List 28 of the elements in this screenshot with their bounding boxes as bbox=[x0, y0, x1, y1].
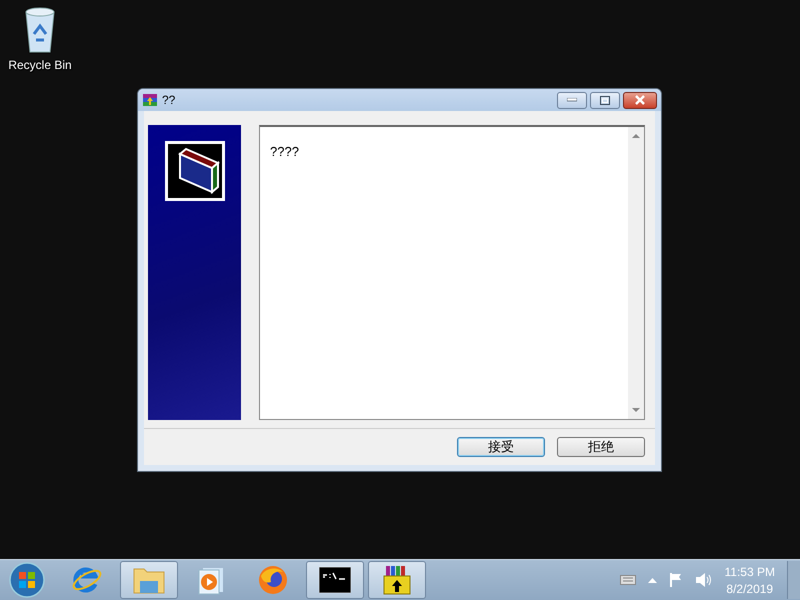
minimize-icon bbox=[567, 98, 577, 102]
scroll-up-icon[interactable] bbox=[632, 133, 640, 139]
window-title: ?? bbox=[162, 93, 176, 107]
close-icon bbox=[634, 95, 646, 105]
media-player-icon bbox=[197, 565, 225, 595]
windows-logo-icon bbox=[8, 561, 46, 599]
clock-time: 11:53 PM bbox=[724, 564, 775, 578]
dialog-button[interactable]: 接受 bbox=[457, 437, 545, 457]
minimize-button[interactable] bbox=[557, 92, 587, 108]
clock-date: 8/2/2019 bbox=[726, 582, 774, 596]
dialog-button[interactable]: 拒绝 bbox=[557, 437, 645, 457]
show-hidden-icons-icon[interactable] bbox=[648, 577, 657, 583]
desktop-icon-label[interactable]: Recycle Bin bbox=[8, 58, 72, 72]
logo-icon bbox=[164, 141, 224, 201]
flag-icon[interactable] bbox=[668, 572, 683, 588]
taskbar-button[interactable] bbox=[368, 561, 426, 599]
message-text-area[interactable]: ???? bbox=[259, 125, 645, 420]
message-text: ???? bbox=[270, 144, 299, 159]
scroll-down-icon[interactable] bbox=[632, 407, 640, 413]
maximize-button[interactable] bbox=[590, 92, 620, 108]
taskbar-button[interactable] bbox=[306, 561, 364, 599]
terminal-icon bbox=[319, 567, 351, 593]
keyboard-icon[interactable] bbox=[620, 575, 636, 585]
show-desktop-button[interactable] bbox=[787, 561, 800, 599]
speaker-icon[interactable] bbox=[694, 572, 713, 588]
maximize-icon bbox=[600, 96, 610, 104]
scrollbar[interactable] bbox=[628, 127, 644, 419]
close-button[interactable] bbox=[623, 92, 657, 108]
